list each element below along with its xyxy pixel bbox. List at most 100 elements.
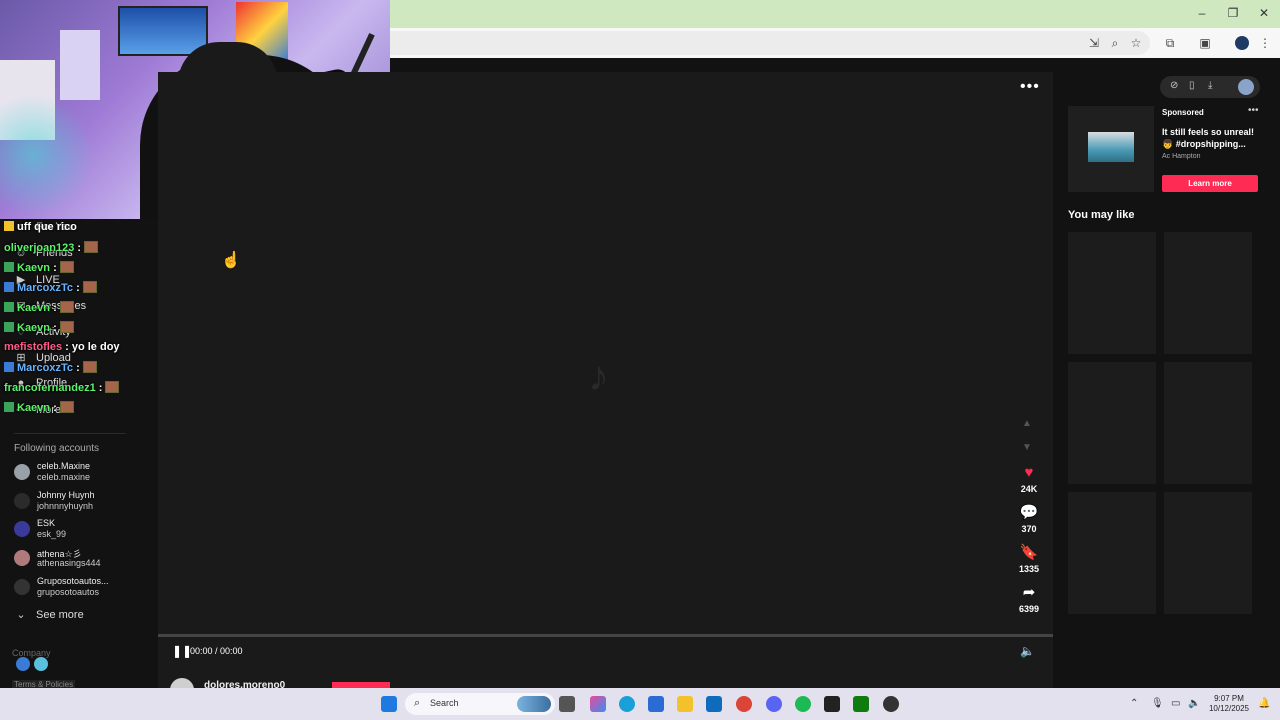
share-button[interactable]: ➦ 6399 [1014, 584, 1044, 614]
maximize-button[interactable]: ❐ [1226, 6, 1240, 20]
suggested-video-tile[interactable] [1164, 492, 1252, 614]
mode-toggles[interactable] [16, 657, 50, 671]
tray-overflow-icon[interactable]: ⌃ [1130, 698, 1138, 709]
search-label: Search [430, 698, 459, 708]
chat-message: oliverjoan123 : [4, 241, 99, 254]
account-handle: esk_99 [37, 529, 67, 539]
share-count: 6399 [1018, 604, 1040, 614]
xbox-icon[interactable] [853, 696, 869, 712]
led-glow [0, 90, 110, 219]
volume-button[interactable]: 🔈 [1020, 644, 1035, 658]
avatar[interactable] [1238, 79, 1254, 95]
chat-text: : yo le doy [65, 341, 120, 353]
see-more-label: See more [36, 609, 84, 621]
copilot-icon[interactable] [590, 696, 606, 712]
search-icon: ⌕ [414, 697, 421, 709]
edge-icon[interactable] [619, 696, 635, 712]
sidebar-icon[interactable]: ▣ [1198, 36, 1212, 50]
install-icon[interactable]: ⇲ [1087, 36, 1101, 50]
chat-username: Kaevn [17, 322, 51, 334]
ad-thumbnail[interactable] [1068, 106, 1154, 192]
tiktok-logo-icon: ♪ [588, 352, 609, 399]
chat-username: Kaevn [17, 262, 51, 274]
ad-more-button[interactable]: ••• [1248, 105, 1259, 116]
following-account[interactable]: celeb.Maxine celeb.maxine [14, 461, 154, 487]
taskbar-search[interactable]: ⌕ Search [405, 693, 555, 715]
terminal-icon[interactable] [824, 696, 840, 712]
suggested-video-tile[interactable] [1164, 232, 1252, 354]
learn-more-button[interactable]: Learn more [1162, 175, 1258, 192]
windows-start-icon[interactable] [381, 696, 397, 712]
star-icon[interactable]: ☆ [1129, 36, 1143, 50]
clock-time: 9:07 PM [1214, 694, 1244, 703]
task-view-icon[interactable] [559, 696, 575, 712]
previous-video-button[interactable]: ▲ [1022, 418, 1032, 429]
following-account[interactable]: ESK esk_99 [14, 518, 154, 544]
like-count: 24K [1020, 484, 1038, 494]
taskbar-clock[interactable]: 9:07 PM 10/12/2025 [1204, 694, 1254, 714]
spotify-icon[interactable] [795, 696, 811, 712]
microphone-icon[interactable]: 🎙 [1151, 698, 1164, 709]
clock-date: 10/12/2025 [1208, 704, 1250, 713]
menu-icon[interactable]: ⋮ [1258, 36, 1272, 50]
chat-text: uff que rico [17, 221, 77, 233]
chrome-icon[interactable] [736, 696, 752, 712]
video-more-button[interactable]: ••• [1020, 78, 1040, 96]
address-bar[interactable] [390, 31, 1150, 55]
emote-icon [59, 261, 74, 273]
chat-text: : [53, 402, 57, 414]
zoom-icon[interactable]: ⌕ [1108, 36, 1122, 50]
emote-icon [82, 281, 97, 293]
discord-icon[interactable] [766, 696, 782, 712]
outlook-icon[interactable] [706, 696, 722, 712]
following-account[interactable]: Johnny Huynh johnnnyhuynh [14, 490, 154, 516]
download-icon[interactable]: ⤓ [1208, 80, 1212, 91]
toggle-icon[interactable] [16, 657, 30, 671]
following-account[interactable]: athena☆彡 athenasings444 [14, 547, 154, 573]
emote-icon [59, 401, 74, 413]
comment-button[interactable]: 💬 370 [1014, 504, 1044, 534]
video-progress-bar[interactable] [158, 634, 1053, 637]
sword-badge-icon [4, 322, 14, 332]
suggested-video-tile[interactable] [1164, 362, 1252, 484]
suggested-video-tile[interactable] [1068, 492, 1156, 614]
following-accounts-title: Following accounts [14, 443, 100, 454]
obs-icon[interactable] [883, 696, 899, 712]
video-player[interactable]: ♪ ••• ❚❚ 00:00 / 00:00 🔈 [158, 72, 1053, 688]
crown-badge-icon [4, 221, 14, 231]
suggested-video-tile[interactable] [1068, 362, 1156, 484]
sword-badge-icon [4, 402, 14, 412]
chat-username: Kaevn [17, 402, 51, 414]
store-icon[interactable] [648, 696, 664, 712]
hand-cursor-icon: ☝ [221, 252, 241, 269]
file-explorer-icon[interactable] [677, 696, 693, 712]
extensions-icon[interactable]: ⧉ [1163, 36, 1177, 50]
account-handle: celeb.maxine [37, 472, 91, 482]
avatar[interactable] [170, 678, 194, 688]
profile-icon[interactable] [1235, 36, 1249, 50]
account-name: celeb.Maxine [37, 461, 91, 471]
close-button[interactable]: ✕ [1257, 6, 1271, 20]
notifications-icon[interactable]: 🔔 [1258, 698, 1270, 709]
device-icon[interactable]: ▯ [1189, 80, 1195, 91]
chat-text: : [53, 302, 57, 314]
like-button[interactable]: ♥ 24K [1014, 464, 1044, 494]
save-button[interactable]: 🔖 1335 [1014, 544, 1044, 574]
following-account[interactable]: Gruposotoautos... gruposotoautos [14, 576, 154, 602]
minimize-button[interactable]: – [1195, 6, 1209, 20]
chat-text: : [98, 382, 103, 394]
heart-icon: ♥ [1024, 464, 1034, 481]
emote-icon [105, 381, 120, 393]
volume-icon[interactable]: 🔈 [1188, 698, 1200, 709]
suggested-video-tile[interactable] [1068, 232, 1156, 354]
account-name: Gruposotoautos... [37, 576, 109, 586]
toggle-icon[interactable] [34, 657, 48, 671]
see-more-button[interactable]: ⌄ See more [14, 608, 84, 621]
account-handle: athenasings444 [37, 558, 101, 568]
emote-icon [59, 321, 74, 333]
creator-name[interactable]: dolores.moreno0 [204, 680, 285, 688]
ad-author: Ac Hampton [1162, 153, 1201, 160]
compass-icon[interactable]: ⊘ [1170, 80, 1178, 91]
network-icon[interactable]: ▭ [1171, 698, 1180, 709]
next-video-button[interactable]: ▼ [1022, 442, 1032, 453]
